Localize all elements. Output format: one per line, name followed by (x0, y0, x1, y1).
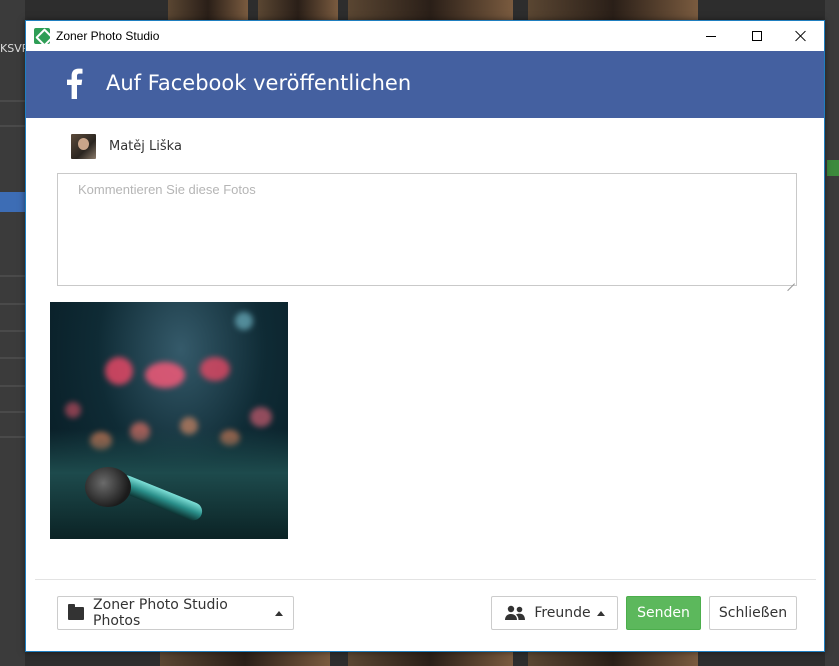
background-thumbnail (258, 0, 338, 20)
folder-icon (68, 603, 85, 620)
comment-placeholder: Kommentieren Sie diese Fotos (78, 182, 256, 197)
publish-dialog: Zoner Photo Studio Auf Facebook veröffen… (25, 20, 825, 652)
background-thumbnail (168, 0, 248, 20)
caret-up-icon (275, 610, 283, 616)
minimize-icon (706, 35, 716, 37)
footer-divider (35, 579, 816, 580)
close-window-button[interactable] (778, 21, 824, 51)
comment-textarea[interactable]: Kommentieren Sie diese Fotos (57, 173, 797, 286)
user-name: Matěj Liška (109, 138, 182, 154)
send-button[interactable]: Senden (626, 596, 701, 630)
background-thumbnail (528, 0, 698, 20)
close-button[interactable]: Schließen (709, 596, 797, 630)
dialog-title: Auf Facebook veröffentlichen (106, 71, 412, 95)
background-left-panel: KSVR (0, 0, 29, 666)
caret-up-icon (596, 610, 605, 616)
friends-icon (505, 605, 526, 620)
background-thumbnail (348, 0, 513, 20)
photo-thumbnail (50, 302, 288, 539)
zoner-app-icon (34, 28, 50, 44)
user-row: Matěj Liška (71, 133, 182, 159)
audience-select-button[interactable]: Freunde (491, 596, 618, 630)
window-titlebar[interactable]: Zoner Photo Studio (26, 21, 824, 51)
album-select-button[interactable]: Zoner Photo Studio Photos (57, 596, 294, 630)
maximize-icon (752, 31, 762, 41)
window-title: Zoner Photo Studio (56, 29, 160, 43)
background-right-panel (825, 0, 839, 666)
maximize-button[interactable] (734, 21, 780, 51)
microphone-icon (85, 467, 131, 507)
facebook-f-icon (67, 68, 83, 99)
audience-label: Freunde (534, 605, 591, 621)
resize-grip-icon[interactable] (787, 276, 795, 284)
avatar (71, 133, 96, 159)
album-label: Zoner Photo Studio Photos (93, 597, 228, 629)
minimize-button[interactable] (688, 21, 734, 51)
close-icon (795, 30, 807, 42)
facebook-header: Auf Facebook veröffentlichen (26, 51, 824, 118)
